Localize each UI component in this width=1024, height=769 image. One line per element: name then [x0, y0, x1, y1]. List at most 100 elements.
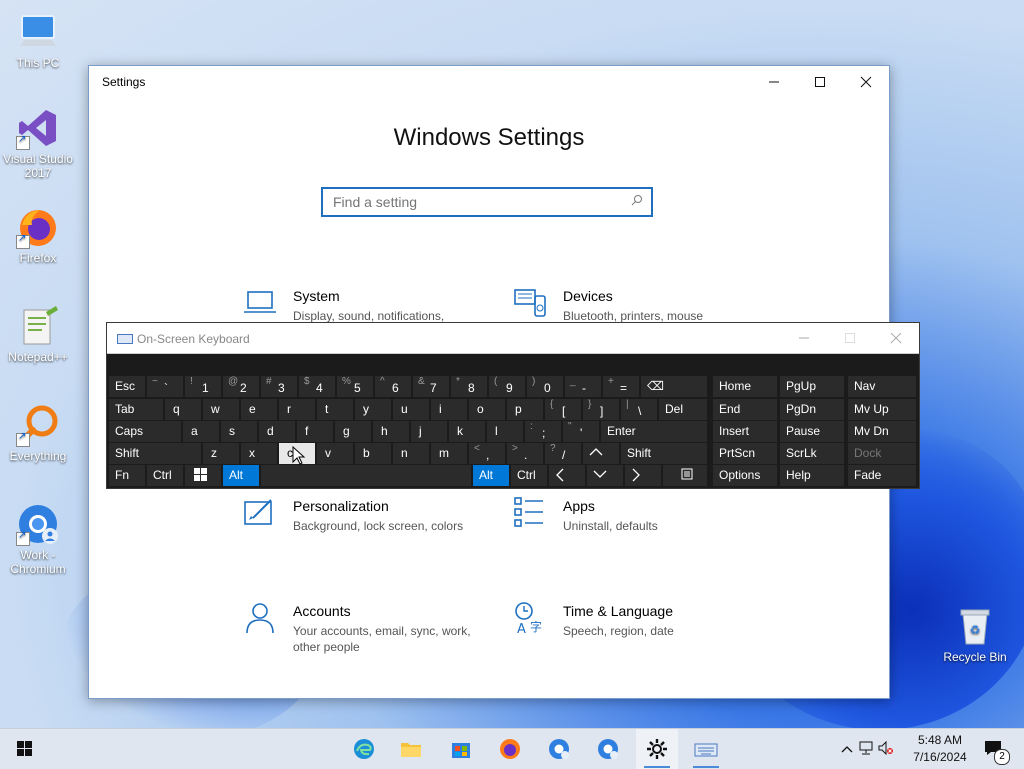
- key-minus[interactable]: _ -: [565, 376, 601, 397]
- key-shift-right[interactable]: Shift: [621, 443, 707, 464]
- tile-time-language[interactable]: A字 Time & Language Speech, region, date: [513, 601, 763, 661]
- taskbar-on-screen-keyboard[interactable]: [685, 729, 727, 769]
- key-w[interactable]: w: [203, 399, 239, 420]
- key-nav[interactable]: Nav: [848, 376, 916, 397]
- key-6[interactable]: ^ 6: [375, 376, 411, 397]
- key-mv-dn[interactable]: Mv Dn: [848, 421, 916, 442]
- taskbar-settings[interactable]: [636, 729, 678, 769]
- key-backtick[interactable]: ~ `: [147, 376, 183, 397]
- taskbar-chromium[interactable]: [538, 729, 580, 769]
- tile-accounts[interactable]: Accounts Your accounts, email, sync, wor…: [243, 601, 493, 661]
- key-period[interactable]: >.: [507, 443, 543, 464]
- key-t[interactable]: t: [317, 399, 353, 420]
- start-button[interactable]: [4, 729, 46, 769]
- key-u[interactable]: u: [393, 399, 429, 420]
- settings-titlebar[interactable]: Settings: [89, 66, 889, 98]
- key-l[interactable]: l: [487, 421, 523, 442]
- key-shift-left[interactable]: Shift: [109, 443, 201, 464]
- key-help[interactable]: Help: [780, 465, 844, 486]
- key-g[interactable]: g: [335, 421, 371, 442]
- key-quote[interactable]: " ': [563, 421, 599, 442]
- key-h[interactable]: h: [373, 421, 409, 442]
- key-tab[interactable]: Tab: [109, 399, 163, 420]
- key-insert[interactable]: Insert: [713, 421, 777, 442]
- key-slash[interactable]: ? /: [545, 443, 581, 464]
- key-1[interactable]: ! 1: [185, 376, 221, 397]
- key-home[interactable]: Home: [713, 376, 777, 397]
- key-dock[interactable]: Dock: [848, 443, 916, 464]
- key-pause[interactable]: Pause: [780, 421, 844, 442]
- clock[interactable]: 5:48 AM 7/16/2024: [900, 732, 980, 766]
- key-fn[interactable]: Fn: [109, 465, 145, 486]
- search-input[interactable]: [323, 189, 613, 215]
- key-fade[interactable]: Fade: [848, 465, 916, 486]
- key-e[interactable]: e: [241, 399, 277, 420]
- volume-button[interactable]: [876, 740, 896, 758]
- minimize-button[interactable]: [751, 66, 797, 98]
- key-up-arrow[interactable]: [583, 443, 619, 464]
- key-esc[interactable]: Esc: [109, 376, 145, 397]
- key-r[interactable]: r: [279, 399, 315, 420]
- key-scrlk[interactable]: ScrLk: [780, 443, 844, 464]
- key-x[interactable]: x: [241, 443, 277, 464]
- key-2[interactable]: @2: [223, 376, 259, 397]
- osk-close-button[interactable]: [873, 323, 919, 353]
- key-backspace[interactable]: ⌫: [641, 376, 707, 397]
- osk-maximize-button[interactable]: [827, 323, 873, 353]
- key-b[interactable]: b: [355, 443, 391, 464]
- taskbar-firefox[interactable]: [489, 729, 531, 769]
- key-caps[interactable]: Caps: [109, 421, 181, 442]
- key-menu[interactable]: [663, 465, 707, 486]
- key-equals[interactable]: + =: [603, 376, 639, 397]
- key-a[interactable]: a: [183, 421, 219, 442]
- close-button[interactable]: [843, 66, 889, 98]
- tray-overflow-button[interactable]: [838, 742, 856, 756]
- key-3[interactable]: #3: [261, 376, 297, 397]
- desktop-icon-notepadpp[interactable]: Notepad++: [0, 304, 76, 364]
- key-f[interactable]: f: [297, 421, 333, 442]
- desktop-icon-this-pc[interactable]: This PC: [0, 10, 76, 70]
- key-9[interactable]: (9: [489, 376, 525, 397]
- desktop-icon-recycle-bin[interactable]: ♻ Recycle Bin: [937, 604, 1013, 664]
- key-o[interactable]: o: [469, 399, 505, 420]
- notification-center-button[interactable]: 2: [974, 729, 1016, 769]
- key-y[interactable]: y: [355, 399, 391, 420]
- key-4[interactable]: $4: [299, 376, 335, 397]
- taskbar-chromium-work[interactable]: [587, 729, 629, 769]
- taskbar-edge[interactable]: [343, 729, 385, 769]
- key-prtscn[interactable]: PrtScn: [713, 443, 777, 464]
- desktop-icon-firefox[interactable]: Firefox: [0, 205, 76, 265]
- maximize-button[interactable]: [797, 66, 843, 98]
- key-pgdn[interactable]: PgDn: [780, 399, 844, 420]
- desktop-icon-everything[interactable]: Everything: [0, 403, 76, 463]
- key-left-arrow[interactable]: [549, 465, 585, 486]
- key-q[interactable]: q: [165, 399, 201, 420]
- key-mv-up[interactable]: Mv Up: [848, 399, 916, 420]
- key-end[interactable]: End: [713, 399, 777, 420]
- key-0[interactable]: ) 0: [527, 376, 563, 397]
- key-enter[interactable]: Enter: [601, 421, 707, 442]
- key-j[interactable]: j: [411, 421, 447, 442]
- key-del[interactable]: Del: [659, 399, 707, 420]
- key-8[interactable]: * 8: [451, 376, 487, 397]
- key-5[interactable]: % 5: [337, 376, 373, 397]
- key-ctrl-left[interactable]: Ctrl: [147, 465, 183, 486]
- network-button[interactable]: [856, 741, 876, 758]
- key-p[interactable]: p: [507, 399, 543, 420]
- key-ctrl-right[interactable]: Ctrl: [511, 465, 547, 486]
- key-alt-right[interactable]: Alt: [473, 465, 509, 486]
- key-k[interactable]: k: [449, 421, 485, 442]
- tile-personalization[interactable]: Personalization Background, lock screen,…: [243, 496, 493, 556]
- key-space[interactable]: [261, 465, 471, 486]
- key-n[interactable]: n: [393, 443, 429, 464]
- osk-titlebar[interactable]: On-Screen Keyboard: [107, 323, 919, 354]
- key-pgup[interactable]: PgUp: [780, 376, 844, 397]
- key-d[interactable]: d: [259, 421, 295, 442]
- desktop-icon-work-chromium[interactable]: Work - Chromium: [0, 502, 76, 576]
- key-comma[interactable]: <,: [469, 443, 505, 464]
- taskbar-store[interactable]: [440, 729, 482, 769]
- key-7[interactable]: & 7: [413, 376, 449, 397]
- tile-apps[interactable]: Apps Uninstall, defaults: [513, 496, 763, 556]
- key-windows[interactable]: [185, 465, 221, 486]
- key-options[interactable]: Options: [713, 465, 777, 486]
